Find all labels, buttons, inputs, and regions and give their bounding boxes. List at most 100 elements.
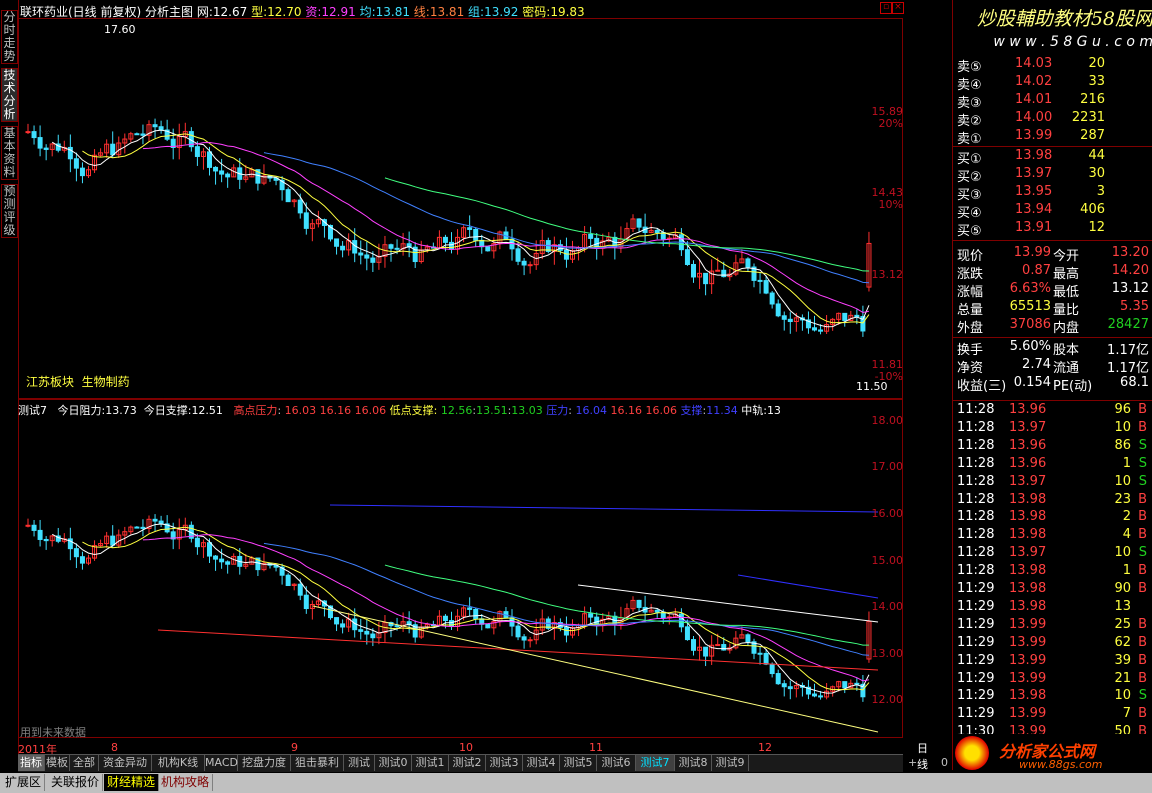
sub-candle [763, 652, 769, 665]
zoom-out-button[interactable]: - [924, 756, 928, 769]
tick-price: 13.99 [1009, 634, 1047, 650]
sub-price-label: 17.00 [871, 460, 904, 473]
sub-candle [43, 538, 49, 542]
stat-value: 37086 [1009, 317, 1051, 332]
main-candle [818, 329, 824, 332]
high-price-mark: 17.60 [104, 23, 136, 36]
indicator-tab[interactable]: 测试 [344, 755, 375, 771]
sub-candle [485, 623, 491, 629]
main-candle [485, 246, 491, 252]
indicator-tab[interactable]: 测试4 [523, 755, 560, 771]
tab-rating[interactable]: 预测评级 [1, 184, 18, 238]
sub-candle [358, 629, 364, 632]
level-volume: 287 [1080, 128, 1105, 143]
tick-side: B [1138, 616, 1147, 632]
blue-short-line [737, 574, 879, 599]
stats-table: 现价 13.99 今开 13.20 涨跌 0.87 最高 14.20 涨幅 6.63% 最低 13.1… [953, 245, 1152, 400]
indicator-tab[interactable]: 资金异动 [99, 755, 152, 771]
tab-fundamentals[interactable]: 基本资料 [1, 126, 18, 180]
indicator-tab[interactable]: 测试3 [486, 755, 523, 771]
ask-row[interactable]: 卖① 13.99 287 [953, 128, 1152, 147]
indicator-tab[interactable]: 全部 [70, 755, 99, 771]
ask-row[interactable]: 卖③ 14.01 216 [953, 92, 1152, 111]
ask-row[interactable]: 卖② 14.00 2231 [953, 110, 1152, 129]
status-tab[interactable]: 机构攻略 [158, 774, 214, 791]
tick-price: 13.99 [1009, 616, 1047, 632]
indicator-tab[interactable]: 测试2 [449, 755, 486, 771]
indicator-tab[interactable]: 测试0 [375, 755, 412, 771]
stat-row: 总量 65513 量比 5.35 [953, 299, 1152, 318]
sub-candle [364, 630, 370, 635]
kline-chart[interactable] [18, 0, 903, 754]
stat-label: PE(动) [1053, 379, 1093, 394]
level-label: 卖③ [957, 96, 982, 111]
tick-side: B [1138, 491, 1147, 507]
bid-row[interactable]: 买① 13.98 44 [953, 148, 1152, 167]
tick-side: B [1138, 670, 1147, 686]
main-candle [703, 272, 709, 285]
support-value: 12.51 [191, 404, 223, 417]
industry-name: 生物制药 [81, 375, 130, 389]
sub-candle [31, 524, 37, 531]
sub-candle [158, 520, 164, 525]
tick-volume: 23 [1114, 491, 1131, 507]
main-candle [364, 254, 370, 259]
indicator-tab[interactable]: 狙击暴利 [291, 755, 344, 771]
indicator-tab[interactable]: 测试5 [560, 755, 597, 771]
tick-side: B [1138, 402, 1147, 417]
level-volume: 3 [1096, 184, 1105, 199]
status-tab[interactable]: 财经精选 [104, 774, 160, 791]
tick-time: 11:29 [957, 616, 995, 632]
tick-side: S [1138, 455, 1147, 471]
low-support-value: 12.56 [440, 404, 473, 417]
stat-label: 现价 [957, 249, 984, 264]
status-tab[interactable]: 扩展区 [2, 774, 46, 791]
sub-indicator-name: 测试7 [18, 404, 47, 417]
sub-candle [303, 594, 309, 610]
indicator-tab[interactable]: 挖盘力度 [238, 755, 291, 771]
main-ma-line [51, 129, 870, 328]
stat-label: 总量 [957, 303, 984, 318]
bid-row[interactable]: 买② 13.97 30 [953, 166, 1152, 185]
indicator-tab[interactable]: MACD [205, 755, 238, 771]
indicator-tab[interactable]: 测试9 [712, 755, 749, 771]
bid-row[interactable]: 买③ 13.95 3 [953, 184, 1152, 203]
indicator-tab[interactable]: 模板 [45, 755, 70, 771]
indicator-tab[interactable]: 测试8 [675, 755, 712, 771]
indicator-tab[interactable]: 测试1 [412, 755, 449, 771]
tab-intraday[interactable]: 分时走势 [1, 10, 18, 64]
status-tab[interactable]: 关联报价 [48, 774, 104, 791]
reset-button[interactable]: 0 [941, 756, 948, 769]
bid-list: 买① 13.98 44 买② 13.97 30 买③ 13.95 3 买④ 13.94 406 买⑤ 13… [953, 148, 1152, 240]
sub-candle [152, 518, 158, 522]
stat-row: 换手 5.60% 股本 1.17亿 [953, 339, 1152, 358]
indicator-tab[interactable]: 测试7 [636, 755, 675, 771]
tick-list[interactable]: 11:28 13.96 96 B 11:28 13.97 10 B 11:28 13.96 86 S 1… [953, 401, 1152, 736]
tab-technical[interactable]: 技术分析 [1, 68, 18, 122]
ask-row[interactable]: 卖④ 14.02 33 [953, 74, 1152, 93]
main-candle [158, 126, 164, 131]
bid-row[interactable]: 买⑤ 13.91 12 [953, 220, 1152, 239]
sub-candle [854, 682, 860, 685]
sub-candle [334, 617, 340, 625]
tick-time: 11:28 [957, 402, 995, 417]
indicator-tab[interactable]: 机构K线 [152, 755, 205, 771]
zoom-in-button[interactable]: + [908, 756, 917, 769]
chart-area[interactable]: 联环药业(日线 前复权) 分析主图 网:12.67 型:12.70 资:12.9… [18, 0, 928, 771]
main-candle [334, 238, 340, 247]
indicator-tab[interactable]: 指标 [18, 755, 45, 771]
bid-row[interactable]: 买④ 13.94 406 [953, 202, 1152, 221]
sub-candle [37, 529, 43, 540]
indicator-tab[interactable]: 测试6 [597, 755, 636, 771]
main-candle [757, 279, 763, 282]
tick-side: S [1138, 437, 1147, 453]
status-bar: 扩展区 关联报价 财经精选 机构攻略 [0, 773, 1152, 793]
tick-row: 11:29 13.98 13 [953, 599, 1152, 617]
sub-candle [370, 633, 376, 639]
divider [953, 240, 1152, 241]
stat-value: 6.63% [1009, 281, 1051, 296]
tick-time: 11:28 [957, 455, 995, 471]
main-candle [521, 260, 527, 266]
ask-row[interactable]: 卖⑤ 14.03 20 [953, 56, 1152, 75]
tick-side: B [1138, 634, 1147, 650]
